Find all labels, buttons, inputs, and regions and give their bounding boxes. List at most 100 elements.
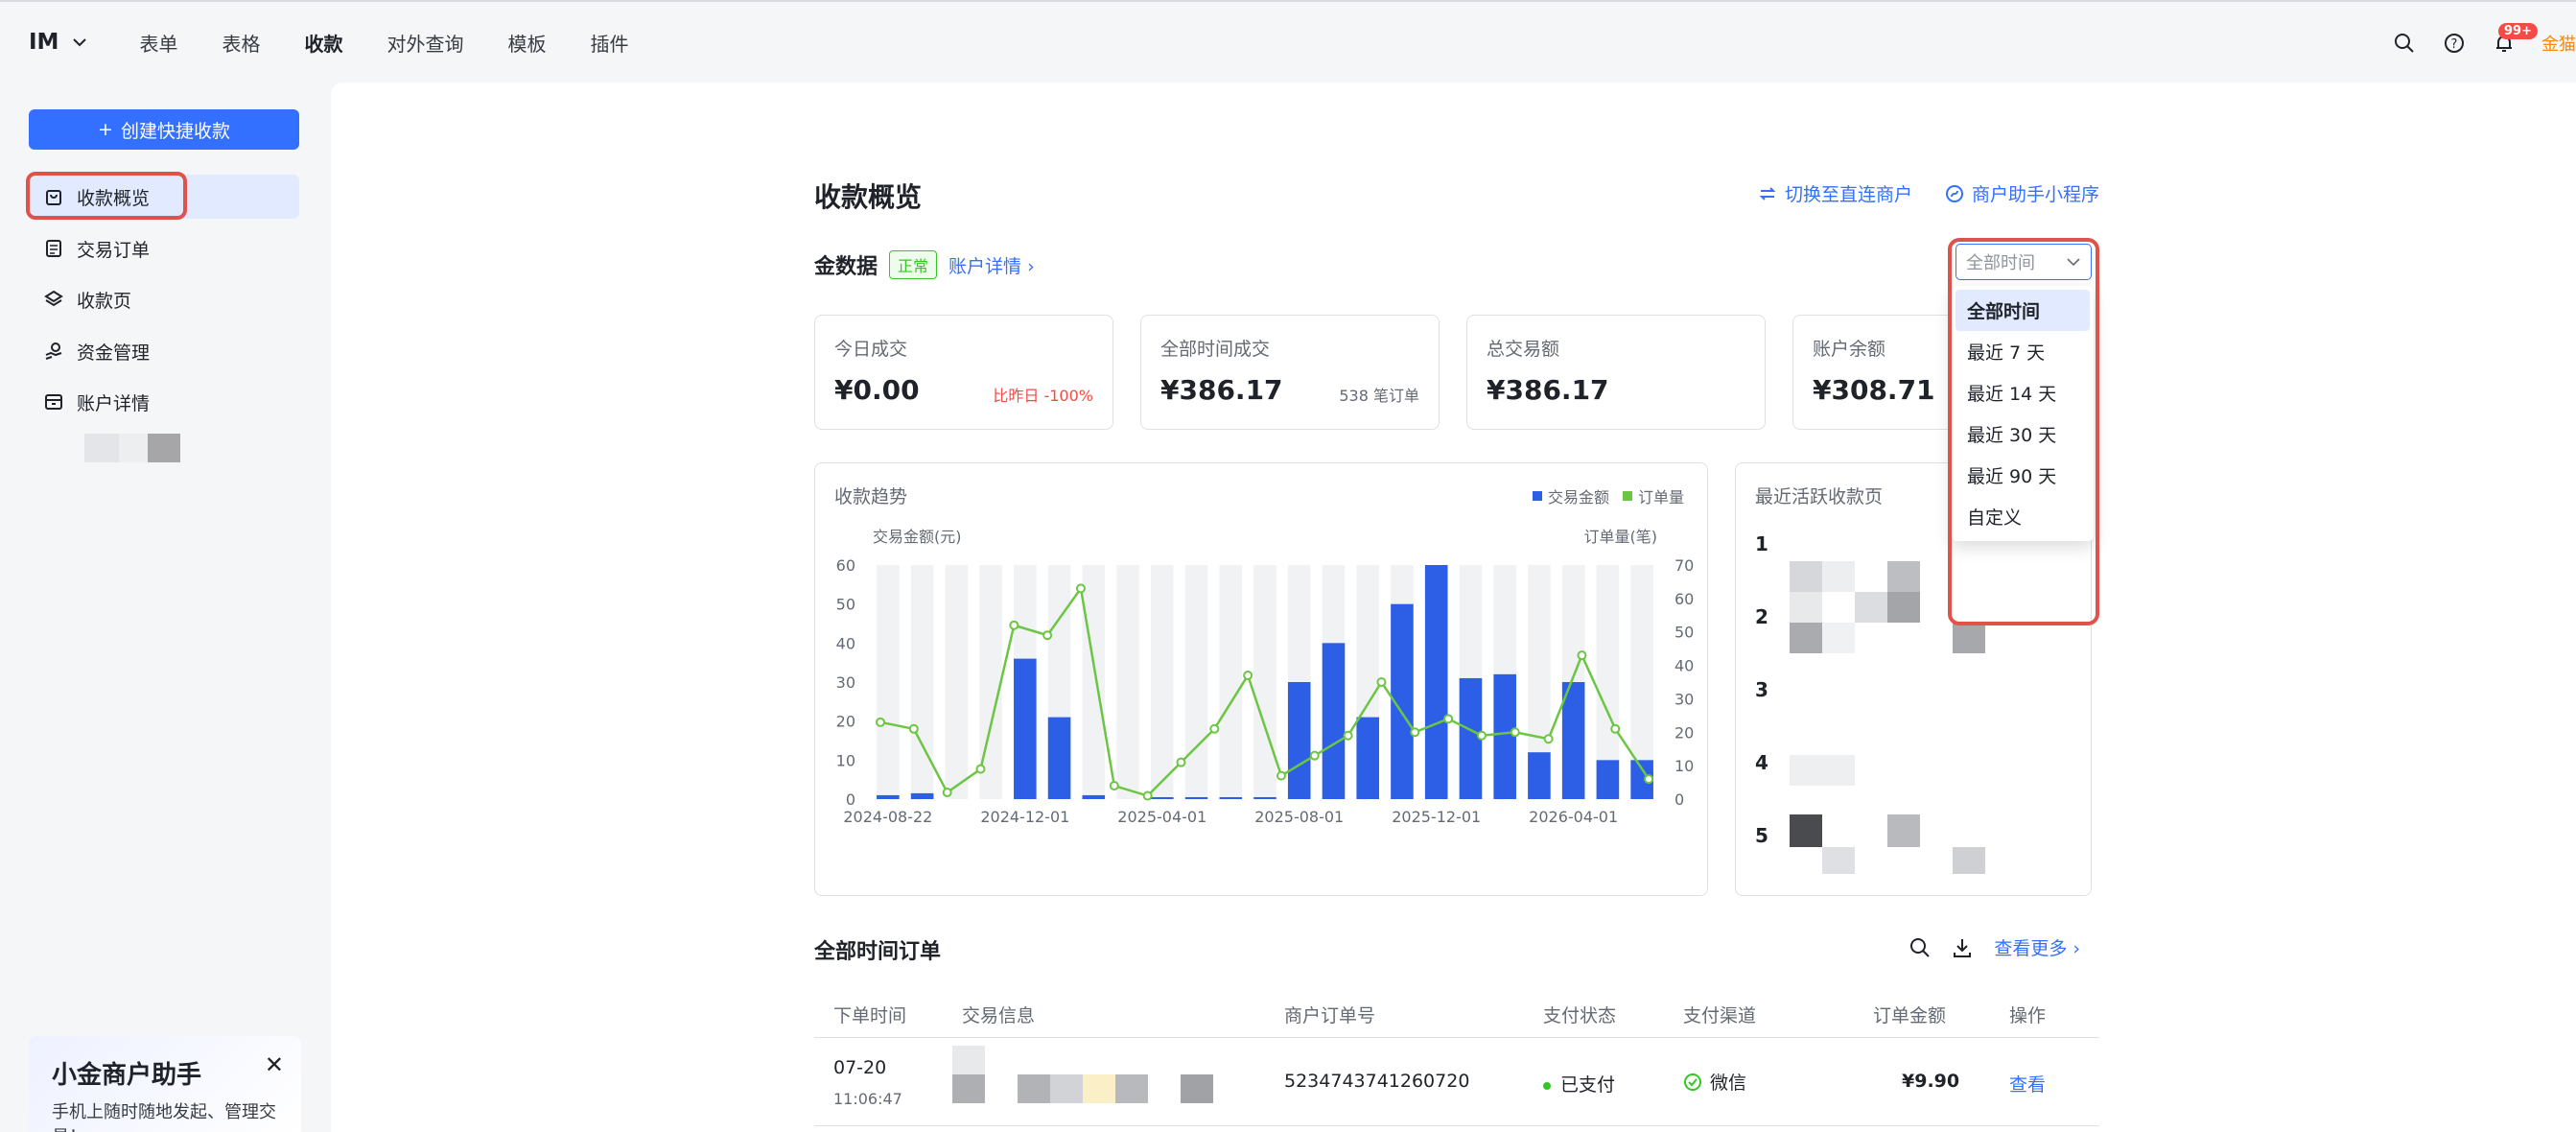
rank-number: 3 (1755, 678, 1768, 701)
x-tick-label: 2025-12-01 (1392, 808, 1481, 826)
orders-title: 全部时间订单 (814, 940, 942, 964)
top-links: 切换至直连商户 商户助手小程序 (1758, 180, 2099, 206)
promo-card[interactable]: 小金商户助手 手机上随时随地发起、管理交易！ ✕ (29, 1036, 301, 1132)
avatar[interactable]: 金猫 (2541, 24, 2576, 62)
option-last-7-days[interactable]: 最近 7 天 (1955, 331, 2090, 372)
option-last-14-days[interactable]: 最近 14 天 (1955, 372, 2090, 413)
y-tick-label-left: 10 (836, 751, 855, 769)
blurred-block (84, 434, 119, 462)
blurred-block (1855, 592, 1887, 623)
amount-bar (1219, 796, 1243, 799)
sidebar-item-payment-page[interactable]: 收款页 (29, 277, 299, 321)
create-quick-payment-button[interactable]: + 创建快捷收款 (29, 109, 299, 150)
blurred-block (119, 434, 148, 462)
y-tick-label-left: 0 (846, 790, 855, 809)
sidebar-item-label: 账户详情 (77, 392, 151, 414)
promo-subtitle: 手机上随时随地发起、管理交易！ (52, 1102, 276, 1132)
nav-item-table[interactable]: 表格 (222, 29, 260, 57)
column-header: 操作 (2009, 1005, 2047, 1026)
orders-point (975, 764, 986, 774)
status-dot (1543, 1081, 1551, 1090)
highlight-box (26, 172, 187, 220)
order-amount: ¥9.90 (1902, 1071, 1960, 1092)
nav-item-payment[interactable]: 收款 (304, 29, 342, 57)
search-icon[interactable] (2392, 31, 2417, 56)
blurred-block (1953, 623, 1985, 653)
sidebar-item-label: 收款页 (77, 290, 132, 312)
sidebar-item-overview[interactable]: 收款概览 (26, 172, 299, 220)
option-last-90-days[interactable]: 最近 90 天 (1955, 455, 2090, 496)
option-all-time[interactable]: 全部时间 (1955, 290, 2090, 331)
bar-background (1116, 565, 1139, 799)
orders-point (1176, 757, 1186, 767)
sidebar-item-account[interactable]: 账户详情 (29, 380, 299, 424)
account-details-link[interactable]: 账户详情 › (948, 252, 1035, 278)
view-order-link[interactable]: 查看 (2009, 1071, 2046, 1097)
amount-bar (1014, 658, 1037, 799)
amount-bar (1528, 752, 1551, 799)
blurred-block (1887, 592, 1920, 623)
blurred-block (1822, 623, 1855, 653)
blurred-block (1018, 1074, 1050, 1103)
nav-item-public-query[interactable]: 对外查询 (386, 29, 463, 57)
y-tick-label-left: 50 (836, 596, 855, 614)
legend-item-amount[interactable]: 交易金额 (1532, 484, 1609, 507)
table-row[interactable]: 07-20 11:06:47 5234743741260720 已支付 微信 ¥… (814, 1040, 2099, 1126)
time-range-select[interactable]: 全部时间 (1955, 244, 2092, 280)
y-tick-label-left: 20 (836, 713, 855, 731)
y-tick-label-right: 10 (1674, 757, 1694, 775)
stat-label: 总交易额 (1487, 339, 1560, 360)
workspace-switcher[interactable]: IM (29, 30, 87, 55)
option-last-30-days[interactable]: 最近 30 天 (1955, 413, 2090, 455)
data-title: 金数据 (814, 255, 878, 279)
nav-item-plugin[interactable]: 插件 (590, 29, 628, 57)
blurred-block (1822, 847, 1855, 874)
blurred-block (1887, 561, 1920, 592)
blurred-block (1181, 1074, 1213, 1103)
orders-point (1276, 770, 1286, 781)
nav-item-template[interactable]: 模板 (507, 29, 546, 57)
y-tick-label-right: 50 (1674, 624, 1694, 642)
x-tick-label: 2024-08-22 (843, 808, 932, 826)
sidebar-item-funds[interactable]: 资金管理 (29, 329, 299, 373)
chevron-down-icon (73, 38, 87, 47)
orders-point (876, 717, 885, 727)
mini-program-link[interactable]: 商户助手小程序 (1945, 180, 2099, 206)
stat-card-today: 今日成交 ¥0.00 比昨日 -100% (814, 315, 1113, 430)
orders-point (1476, 730, 1487, 741)
blurred-block (1050, 1074, 1083, 1103)
blurred-block (1790, 623, 1822, 653)
merchant-order-number: 5234743741260720 (1284, 1071, 1470, 1092)
data-header: 金数据 正常 账户详情 › (814, 249, 1035, 280)
orders-point (1142, 790, 1153, 801)
sidebar-item-orders[interactable]: 交易订单 (29, 226, 299, 271)
switch-merchant-link[interactable]: 切换至直连商户 (1758, 180, 1912, 206)
orders-point (1510, 727, 1520, 738)
orders-point (1410, 727, 1420, 738)
column-header: 支付状态 (1543, 1005, 1617, 1026)
sidebar: + 创建快捷收款 收款概览 交易订单 收款页 资金管理 账户详情 小金商户助手 … (0, 83, 330, 1132)
y-tick-label-right: 60 (1674, 590, 1694, 608)
legend-label: 订单量 (1637, 488, 1684, 507)
orders-point (1009, 620, 1019, 630)
option-custom[interactable]: 自定义 (1955, 496, 2090, 537)
download-icon[interactable] (1952, 937, 1973, 958)
mini-program-label: 商户助手小程序 (1971, 184, 2099, 205)
legend-item-orders[interactable]: 订单量 (1622, 484, 1684, 507)
blurred-block (1790, 561, 1822, 592)
bar-background (1082, 565, 1106, 799)
x-tick-label: 2025-08-01 (1254, 808, 1344, 826)
top-right-tools: ? 99+ 金猫 (2392, 2, 2576, 84)
orders-point (1543, 734, 1554, 744)
x-tick-label: 2026-04-01 (1529, 808, 1618, 826)
blurred-block (1790, 755, 1855, 786)
amount-bar (1047, 717, 1071, 799)
view-more-link[interactable]: 查看更多 › (1994, 934, 2080, 960)
help-icon[interactable]: ? (2442, 31, 2467, 56)
archive-icon (45, 394, 62, 410)
column-header: 支付渠道 (1683, 1005, 1757, 1026)
search-icon[interactable] (1909, 937, 1931, 958)
close-icon[interactable]: ✕ (265, 1051, 284, 1078)
nav-item-form[interactable]: 表单 (139, 29, 177, 57)
legend-swatch (1622, 491, 1632, 501)
